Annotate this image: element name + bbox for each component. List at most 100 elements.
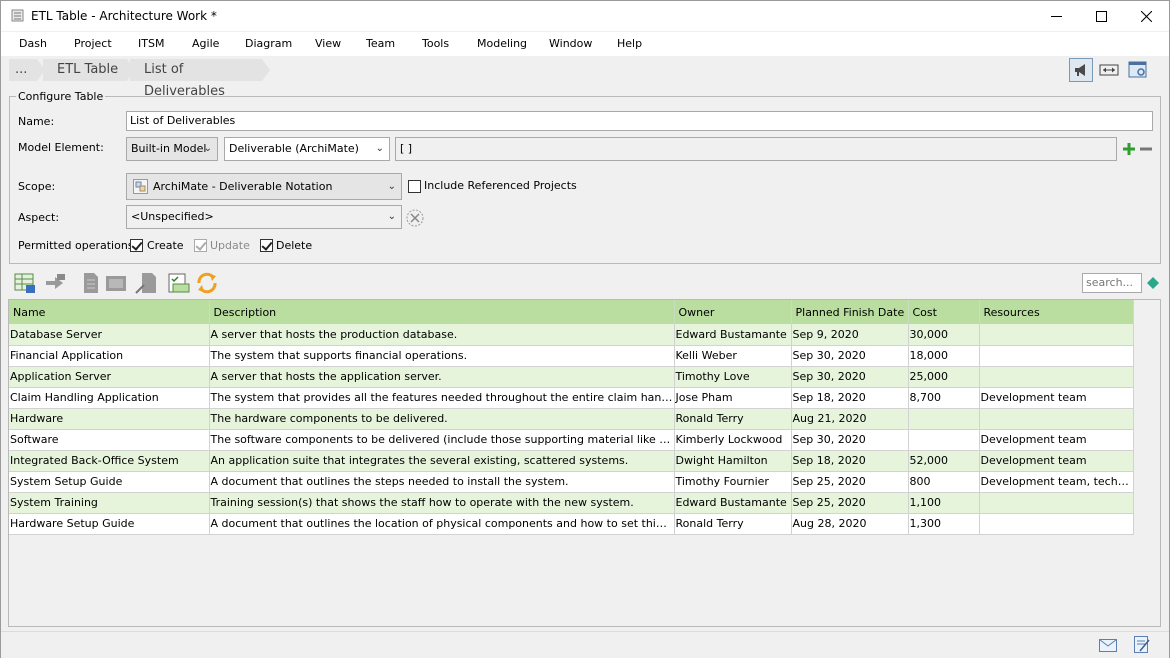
column-header-description[interactable]: Description [209,300,675,324]
cell-resources[interactable] [979,492,1134,514]
remove-icon[interactable] [1140,143,1152,155]
table-row[interactable]: Database Server A server that hosts the … [9,324,1134,346]
cell-owner[interactable]: Dwight Hamilton [674,450,792,472]
cell-cost[interactable]: 18,000 [908,345,980,367]
cell-owner[interactable]: Kelli Weber [674,345,792,367]
cell-cost[interactable]: 52,000 [908,450,980,472]
menu-window[interactable]: Window [549,37,592,50]
table-row[interactable]: Integrated Back-Office System An applica… [9,450,1134,472]
table-row[interactable]: Financial Application The system that su… [9,345,1134,367]
cell-description[interactable]: The software components to be delivered … [209,429,675,451]
cell-cost[interactable] [908,408,980,430]
menu-project[interactable]: Project [74,37,112,50]
mail-icon[interactable] [1099,639,1117,652]
add-row-icon[interactable] [13,271,37,295]
cell-planned-finish-date[interactable]: Sep 30, 2020 [791,345,909,367]
table-row[interactable]: Claim Handling Application The system th… [9,387,1134,409]
table-row[interactable]: System Setup Guide A document that outli… [9,471,1134,493]
table-row[interactable]: Hardware Setup Guide A document that out… [9,513,1134,535]
cell-resources[interactable]: Development team [979,429,1134,451]
search-options-icon[interactable] [1147,277,1159,289]
column-header-name[interactable]: Name [9,300,210,324]
close-button[interactable] [1123,1,1169,31]
cell-name[interactable]: Financial Application [9,345,210,367]
minimize-button[interactable] [1033,1,1079,31]
search-input[interactable]: search... [1082,273,1142,293]
cell-name[interactable]: Application Server [9,366,210,388]
cell-description[interactable]: A document that outlines the location of… [209,513,675,535]
name-input[interactable]: List of Deliverables [126,111,1153,131]
cell-planned-finish-date[interactable]: Sep 18, 2020 [791,450,909,472]
cell-cost[interactable]: 8,700 [908,387,980,409]
cell-planned-finish-date[interactable]: Aug 28, 2020 [791,513,909,535]
settings-window-button[interactable] [1126,58,1150,82]
cell-resources[interactable]: Development team, technica... [979,471,1134,493]
model-source-select[interactable]: Built-in Model ⌄ [126,137,218,161]
cell-name[interactable]: System Training [9,492,210,514]
cell-resources[interactable] [979,324,1134,346]
create-checkbox[interactable] [130,239,143,252]
column-header-owner[interactable]: Owner [674,300,792,324]
cell-resources[interactable] [979,408,1134,430]
megaphone-button[interactable] [1069,58,1093,82]
cell-owner[interactable]: Edward Bustamante [674,492,792,514]
cell-resources[interactable] [979,345,1134,367]
cell-cost[interactable]: 30,000 [908,324,980,346]
menu-agile[interactable]: Agile [192,37,219,50]
cell-planned-finish-date[interactable]: Aug 21, 2020 [791,408,909,430]
menu-tools[interactable]: Tools [422,37,449,50]
aspect-select[interactable]: <Unspecified> ⌄ [126,205,402,229]
table-row[interactable]: Software The software components to be d… [9,429,1134,451]
cell-description[interactable]: The hardware components to be delivered. [209,408,675,430]
menu-itsm[interactable]: ITSM [138,37,164,50]
cell-name[interactable]: Software [9,429,210,451]
cell-cost[interactable]: 1,100 [908,492,980,514]
menu-help[interactable]: Help [617,37,642,50]
cell-name[interactable]: Claim Handling Application [9,387,210,409]
maximize-button[interactable] [1078,1,1124,31]
cell-owner[interactable]: Edward Bustamante [674,324,792,346]
cell-description[interactable]: An application suite that integrates the… [209,450,675,472]
table-row[interactable]: Application Server A server that hosts t… [9,366,1134,388]
model-filter-field[interactable]: [ ] [395,137,1117,161]
scope-select[interactable]: ArchiMate - Deliverable Notation ⌄ [126,173,402,200]
breadcrumb-etl-table[interactable]: ETL Table [43,59,127,81]
cell-owner[interactable]: Timothy Love [674,366,792,388]
cell-description[interactable]: A server that hosts the application serv… [209,366,675,388]
include-referenced-checkbox[interactable] [408,180,421,193]
aspect-tools-icon[interactable] [406,209,424,227]
cell-resources[interactable]: Development team [979,450,1134,472]
cell-description[interactable]: A document that outlines the steps neede… [209,471,675,493]
cell-planned-finish-date[interactable]: Sep 9, 2020 [791,324,909,346]
cell-description[interactable]: A server that hosts the production datab… [209,324,675,346]
add-icon[interactable] [1123,143,1135,155]
cell-owner[interactable]: Ronald Terry [674,408,792,430]
menu-team[interactable]: Team [366,37,395,50]
cell-owner[interactable]: Timothy Fournier [674,471,792,493]
cell-resources[interactable]: Development team [979,387,1134,409]
column-header-planned-finish-date[interactable]: Planned Finish Date [791,300,909,324]
cell-owner[interactable]: Ronald Terry [674,513,792,535]
menu-diagram[interactable]: Diagram [245,37,292,50]
cell-name[interactable]: Hardware Setup Guide [9,513,210,535]
notes-icon[interactable] [1134,636,1150,654]
cell-cost[interactable]: 1,300 [908,513,980,535]
delete-checkbox[interactable] [260,239,273,252]
menu-view[interactable]: View [315,37,341,50]
column-header-cost[interactable]: Cost [908,300,980,324]
cell-name[interactable]: Hardware [9,408,210,430]
table-row[interactable]: Hardware The hardware components to be d… [9,408,1134,430]
table-row[interactable]: System Training Training session(s) that… [9,492,1134,514]
cell-cost[interactable] [908,429,980,451]
cell-planned-finish-date[interactable]: Sep 25, 2020 [791,492,909,514]
cell-owner[interactable]: Jose Pham [674,387,792,409]
cell-planned-finish-date[interactable]: Sep 30, 2020 [791,366,909,388]
column-header-resources[interactable]: Resources [979,300,1134,324]
breadcrumb-more[interactable]: ... [9,59,37,81]
cell-planned-finish-date[interactable]: Sep 25, 2020 [791,471,909,493]
cell-name[interactable]: Integrated Back-Office System [9,450,210,472]
cell-planned-finish-date[interactable]: Sep 30, 2020 [791,429,909,451]
refresh-icon[interactable] [195,271,219,295]
cell-resources[interactable] [979,366,1134,388]
cell-cost[interactable]: 25,000 [908,366,980,388]
